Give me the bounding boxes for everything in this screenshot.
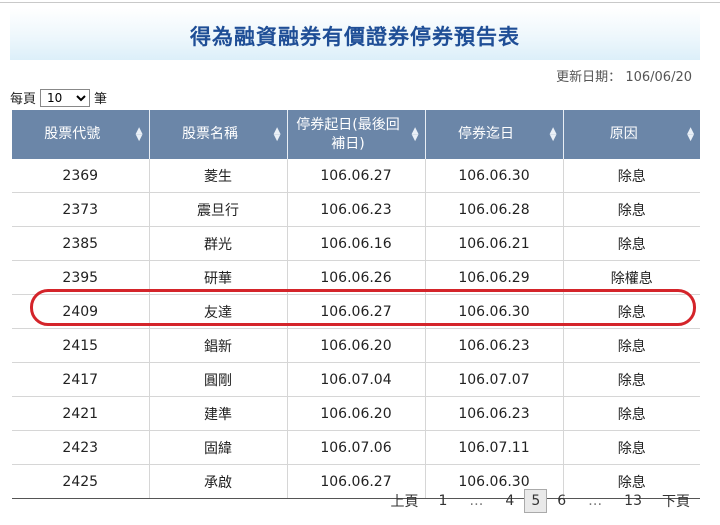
cell-start-date: 106.06.26 xyxy=(287,260,426,295)
sort-icon[interactable]: ▲ ▼ xyxy=(550,126,557,142)
page-link-6[interactable]: 6 xyxy=(547,493,576,509)
cell-stock-name: 圓剛 xyxy=(149,362,288,397)
cell-start-date: 106.07.06 xyxy=(287,430,426,465)
table-row: 2423 固緯 106.07.06 106.07.11 除息 xyxy=(12,430,700,465)
cell-stock-name: 群光 xyxy=(149,226,288,261)
page-size-suffix: 筆 xyxy=(94,92,108,107)
cell-reason: 除息 xyxy=(563,362,700,397)
cell-stock-name: 友達 xyxy=(149,294,288,329)
cell-reason: 除權息 xyxy=(563,260,700,295)
cell-reason: 除息 xyxy=(563,226,700,261)
update-date: 更新日期： 106/06/20 xyxy=(556,66,692,85)
table-row: 2369 菱生 106.06.27 106.06.30 除息 xyxy=(12,159,700,193)
cell-stock-code: 2421 xyxy=(12,396,150,431)
table-row: 2395 研華 106.06.26 106.06.29 除權息 xyxy=(12,260,700,295)
cell-reason: 除息 xyxy=(563,430,700,465)
cell-end-date: 106.06.23 xyxy=(425,328,564,363)
cell-end-date: 106.06.30 xyxy=(425,294,564,329)
cell-end-date: 106.06.28 xyxy=(425,192,564,227)
sort-icon[interactable]: ▲ ▼ xyxy=(274,126,281,142)
update-value: 106/06/20 xyxy=(625,70,692,85)
cell-reason: 除息 xyxy=(563,294,700,329)
cell-end-date: 106.06.30 xyxy=(425,159,564,193)
table-row: 2417 圓剛 106.07.04 106.07.07 除息 xyxy=(12,362,700,397)
pagination-ellipsis: … xyxy=(469,493,484,509)
cell-reason: 除息 xyxy=(563,328,700,363)
update-label: 更新日期： xyxy=(556,70,622,85)
cell-end-date: 106.06.23 xyxy=(425,396,564,431)
column-header-end-date[interactable]: 停券迄日 ▲ ▼ xyxy=(425,110,564,159)
table-row: 2415 錩新 106.06.20 106.06.23 除息 xyxy=(12,328,700,363)
suspension-table: 股票代號 ▲ ▼ 股票名稱 ▲ ▼ 停券起日(最後回補日) ▲ ▼ 停券迄日 ▲ ▼ 原… xyxy=(12,110,700,499)
cell-start-date: 106.06.20 xyxy=(287,396,426,431)
cell-stock-name: 菱生 xyxy=(149,159,288,193)
table-row-highlighted: 2409 友達 106.06.27 106.06.30 除息 xyxy=(12,294,700,329)
cell-start-date: 106.06.23 xyxy=(287,192,426,227)
current-page[interactable]: 5 xyxy=(524,489,548,513)
cell-start-date: 106.06.20 xyxy=(287,328,426,363)
column-header-stock-name[interactable]: 股票名稱 ▲ ▼ xyxy=(149,110,288,159)
page-link-1[interactable]: 1 xyxy=(428,493,457,509)
cell-stock-name: 建準 xyxy=(149,396,288,431)
cell-stock-name: 研華 xyxy=(149,260,288,295)
column-header-reason[interactable]: 原因 ▲ ▼ xyxy=(563,110,700,159)
cell-reason: 除息 xyxy=(563,192,700,227)
cell-stock-name: 固緯 xyxy=(149,430,288,465)
page-link-13[interactable]: 13 xyxy=(614,493,652,509)
cell-end-date: 106.06.29 xyxy=(425,260,564,295)
table-row: 2385 群光 106.06.16 106.06.21 除息 xyxy=(12,226,700,261)
cell-start-date: 106.06.27 xyxy=(287,294,426,329)
cell-end-date: 106.07.07 xyxy=(425,362,564,397)
sort-icon[interactable]: ▲ ▼ xyxy=(136,126,143,142)
cell-stock-name: 錩新 xyxy=(149,328,288,363)
page-size-select[interactable]: 10 xyxy=(40,88,91,107)
cell-stock-code: 2369 xyxy=(12,159,150,193)
cell-start-date: 106.07.04 xyxy=(287,362,426,397)
cell-start-date: 106.06.16 xyxy=(287,226,426,261)
cell-stock-code: 2385 xyxy=(12,226,150,261)
pagination: 上頁 1 … 4 5 6 … 13 下頁 xyxy=(0,488,700,514)
table-header-row: 股票代號 ▲ ▼ 股票名稱 ▲ ▼ 停券起日(最後回補日) ▲ ▼ 停券迄日 ▲ ▼ 原… xyxy=(12,110,700,159)
cell-stock-code: 2409 xyxy=(12,294,150,329)
table-row: 2373 震旦行 106.06.23 106.06.28 除息 xyxy=(12,192,700,227)
cell-stock-code: 2415 xyxy=(12,328,150,363)
cell-end-date: 106.06.21 xyxy=(425,226,564,261)
cell-end-date: 106.07.11 xyxy=(425,430,564,465)
top-divider xyxy=(0,2,720,3)
cell-start-date: 106.06.27 xyxy=(287,159,426,193)
column-header-start-date[interactable]: 停券起日(最後回補日) ▲ ▼ xyxy=(287,110,426,159)
cell-stock-code: 2417 xyxy=(12,362,150,397)
table-row: 2421 建準 106.06.20 106.06.23 除息 xyxy=(12,396,700,431)
title-banner: 得為融資融券有價證券停券預告表 xyxy=(10,8,700,60)
cell-stock-code: 2423 xyxy=(12,430,150,465)
sort-icon[interactable]: ▲ ▼ xyxy=(412,126,419,142)
cell-stock-code: 2395 xyxy=(12,260,150,295)
cell-stock-code: 2373 xyxy=(12,192,150,227)
page-size-control: 每頁 10 筆 xyxy=(10,88,107,107)
prev-page-link[interactable]: 上頁 xyxy=(380,491,428,511)
page-link-4[interactable]: 4 xyxy=(495,493,524,509)
cell-stock-name: 震旦行 xyxy=(149,192,288,227)
page-size-prefix: 每頁 xyxy=(10,92,37,107)
cell-reason: 除息 xyxy=(563,159,700,193)
next-page-link[interactable]: 下頁 xyxy=(652,491,700,511)
page-title: 得為融資融券有價證券停券預告表 xyxy=(190,25,520,49)
sort-icon[interactable]: ▲ ▼ xyxy=(687,126,694,142)
column-header-stock-code[interactable]: 股票代號 ▲ ▼ xyxy=(12,110,150,159)
pagination-ellipsis: … xyxy=(588,493,603,509)
cell-reason: 除息 xyxy=(563,396,700,431)
